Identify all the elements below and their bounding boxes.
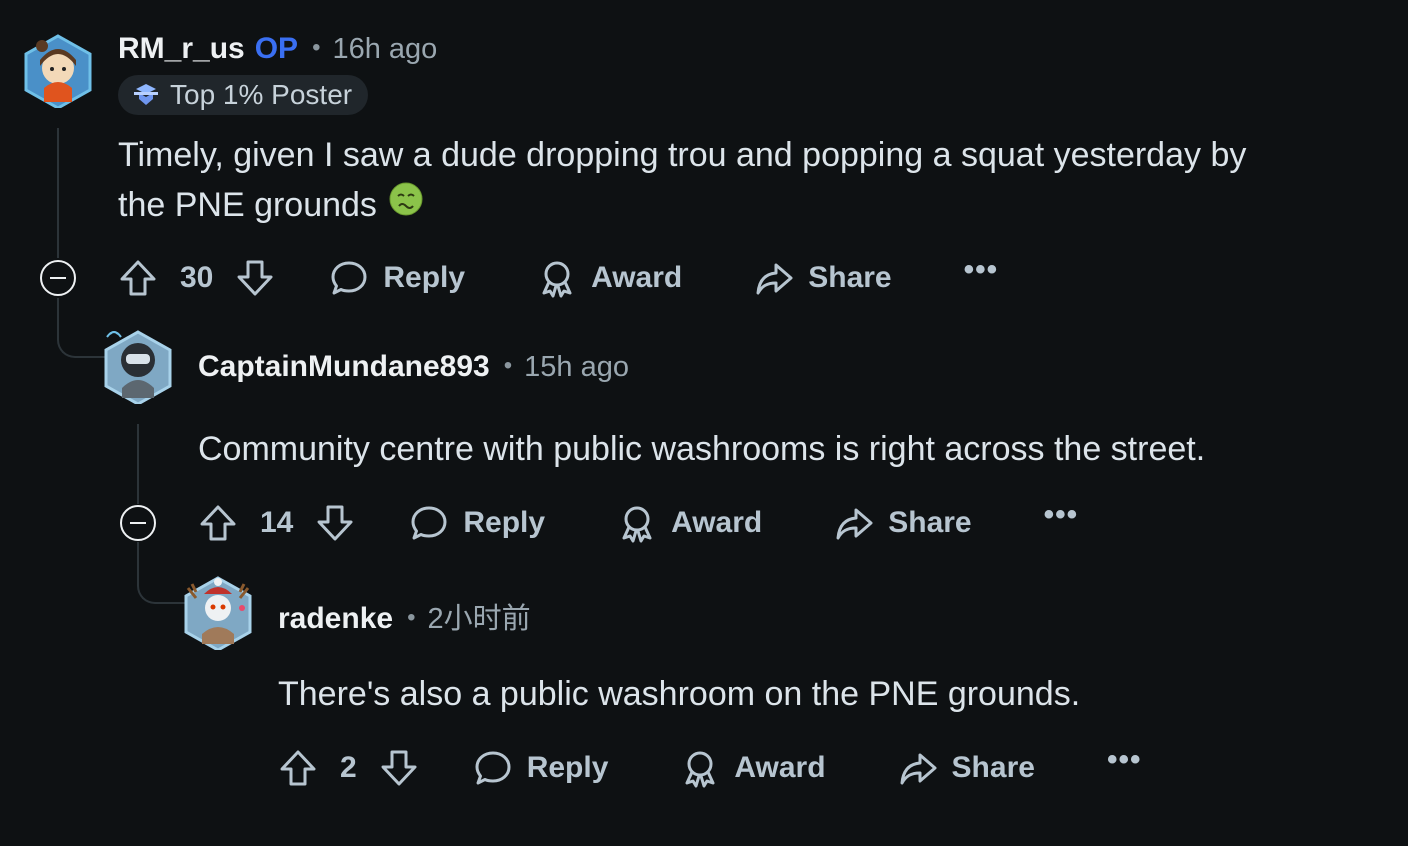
avatar[interactable]: [102, 328, 174, 406]
more-options-button[interactable]: •••: [964, 253, 999, 287]
action-bar: 2 Reply Award Share •••: [278, 743, 1142, 790]
upvote-button[interactable]: [278, 748, 318, 788]
thread-line[interactable]: [137, 542, 185, 604]
upvote-icon: [280, 750, 316, 786]
thread-line[interactable]: [57, 298, 105, 358]
comment-thread: RM_r_us OP • 16h ago Top 1% Poster Timel…: [0, 0, 1408, 846]
vote-score: 14: [260, 506, 294, 539]
reply-button[interactable]: Reply: [329, 258, 465, 298]
avatar[interactable]: [182, 574, 254, 652]
award-button[interactable]: Award: [680, 748, 826, 788]
thread-line[interactable]: [57, 128, 59, 258]
comment-icon: [411, 506, 447, 540]
downvote-button[interactable]: [379, 748, 419, 788]
award-button[interactable]: Award: [537, 258, 682, 298]
downvote-button[interactable]: [235, 258, 275, 298]
upvote-button[interactable]: [118, 258, 158, 298]
comment-header: CaptainMundane893 • 15h ago: [198, 350, 629, 384]
action-bar: 14 Reply Award Share •••: [198, 498, 1079, 545]
user-flair: Top 1% Poster: [118, 75, 369, 115]
downvote-icon: [317, 505, 353, 541]
avatar[interactable]: [22, 32, 94, 110]
comment-header: radenke • 2小时前: [278, 595, 531, 637]
downvote-button[interactable]: [315, 503, 355, 543]
separator-dot: •: [407, 604, 416, 631]
downvote-icon: [237, 260, 273, 296]
reply-label: Reply: [383, 261, 466, 294]
award-icon: [622, 506, 652, 543]
award-label: Award: [671, 506, 763, 539]
award-label: Award: [591, 261, 683, 294]
upvote-button[interactable]: [198, 503, 238, 543]
share-button[interactable]: Share: [834, 503, 972, 543]
reply-label: Reply: [463, 506, 546, 539]
comment-body: Community centre with public washrooms i…: [198, 430, 1206, 468]
vote-score: 30: [180, 261, 214, 294]
flair-icon: [134, 84, 158, 105]
award-label: Award: [734, 751, 826, 784]
separator-dot: •: [503, 352, 513, 379]
upvote-icon: [120, 260, 156, 296]
timestamp[interactable]: 2小时前: [427, 595, 530, 637]
share-icon: [836, 508, 873, 540]
username[interactable]: RM_r_us: [118, 32, 245, 66]
award-icon: [685, 751, 715, 788]
award-button[interactable]: Award: [617, 503, 762, 543]
share-label: Share: [808, 261, 892, 294]
timestamp[interactable]: 16h ago: [332, 33, 437, 66]
more-options-button[interactable]: •••: [1044, 498, 1079, 532]
share-label: Share: [888, 506, 972, 539]
share-button[interactable]: Share: [898, 748, 1035, 788]
thread-line[interactable]: [137, 424, 139, 504]
reply-label: Reply: [526, 751, 609, 784]
comment-body: There's also a public washroom on the PN…: [278, 675, 1081, 713]
comment-header: RM_r_us OP • 16h ago: [118, 32, 437, 66]
reply-button[interactable]: Reply: [473, 748, 609, 788]
comment-body: Timely, given I saw a dude dropping trou…: [118, 130, 1378, 230]
collapse-icon[interactable]: [40, 260, 76, 296]
comment-icon: [331, 261, 367, 295]
username[interactable]: radenke: [278, 602, 393, 636]
username[interactable]: CaptainMundane893: [198, 350, 490, 384]
more-options-button[interactable]: •••: [1107, 743, 1142, 777]
flair-text: Top 1% Poster: [170, 79, 353, 110]
share-icon: [756, 263, 793, 295]
collapse-icon[interactable]: [120, 505, 156, 541]
vote-score: 2: [340, 751, 357, 784]
comment-icon: [475, 751, 511, 785]
downvote-icon: [381, 750, 417, 786]
upvote-icon: [200, 505, 236, 541]
timestamp[interactable]: 15h ago: [524, 351, 629, 384]
share-icon: [900, 753, 937, 785]
separator-dot: •: [312, 34, 321, 61]
comment-body-line: Timely, given I saw a dude dropping trou…: [118, 136, 1247, 174]
nauseated-face-emoji-icon: [389, 180, 423, 230]
op-badge: OP: [254, 32, 299, 65]
share-label: Share: [951, 751, 1035, 784]
action-bar: 30 Reply Award Share •••: [118, 253, 999, 300]
award-icon: [542, 261, 572, 298]
reply-button[interactable]: Reply: [409, 503, 545, 543]
share-button[interactable]: Share: [754, 258, 892, 298]
comment-body-line: the PNE grounds: [118, 186, 377, 224]
